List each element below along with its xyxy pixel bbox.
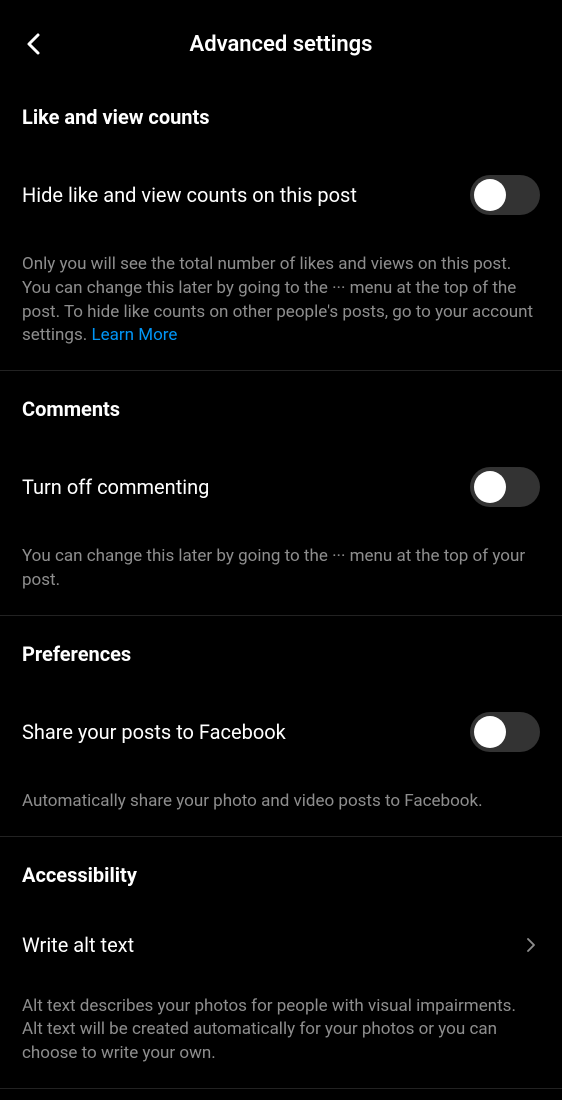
toggle-row-hide-counts: Hide like and view counts on this post (22, 175, 540, 215)
toggle-knob (474, 179, 506, 211)
toggle-commenting[interactable] (470, 467, 540, 507)
toggle-row-commenting: Turn off commenting (22, 467, 540, 507)
toggle-knob (474, 471, 506, 503)
learn-more-link[interactable]: Learn More (91, 325, 177, 345)
back-icon[interactable] (22, 32, 46, 56)
description-comments: You can change this later by going to th… (22, 545, 540, 593)
section-likes: Like and view counts Hide like and view … (0, 79, 562, 371)
chevron-right-icon (522, 936, 540, 954)
section-preferences: Preferences Share your posts to Facebook… (0, 616, 562, 837)
toggle-label-commenting: Turn off commenting (22, 475, 470, 499)
toggle-facebook[interactable] (470, 712, 540, 752)
section-comments: Comments Turn off commenting You can cha… (0, 371, 562, 616)
nav-row-alt-text[interactable]: Write alt text (22, 933, 540, 957)
description-accessibility: Alt text describes your photos for peopl… (22, 995, 540, 1066)
nav-label-alt-text: Write alt text (22, 933, 134, 957)
page-title: Advanced settings (22, 32, 540, 57)
section-title-preferences: Preferences (22, 642, 540, 666)
section-title-likes: Like and view counts (22, 105, 540, 129)
section-title-accessibility: Accessibility (22, 863, 540, 887)
section-title-comments: Comments (22, 397, 540, 421)
toggle-knob (474, 716, 506, 748)
toggle-label-hide-counts: Hide like and view counts on this post (22, 183, 470, 207)
toggle-row-facebook: Share your posts to Facebook (22, 712, 540, 752)
toggle-hide-counts[interactable] (470, 175, 540, 215)
section-accessibility: Accessibility Write alt text Alt text de… (0, 837, 562, 1089)
description-preferences: Automatically share your photo and video… (22, 790, 540, 814)
toggle-label-facebook: Share your posts to Facebook (22, 720, 470, 744)
header: Advanced settings (0, 0, 562, 79)
description-likes: Only you will see the total number of li… (22, 253, 540, 348)
